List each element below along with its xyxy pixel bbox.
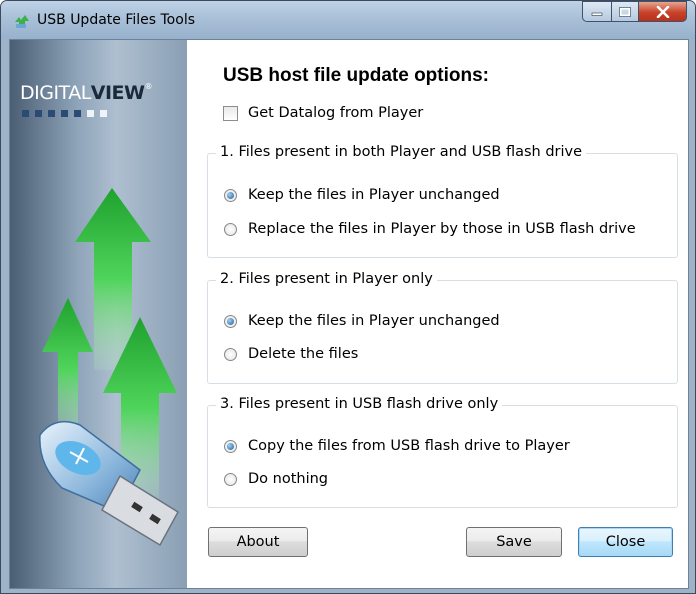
radio-button[interactable] <box>224 314 237 328</box>
digitalview-logo: DIGITALVIEW® <box>20 82 152 104</box>
logo-light-text: DIGITAL <box>20 82 91 104</box>
maximize-icon <box>619 6 631 17</box>
radio-option[interactable]: Keep the files in Player unchanged <box>224 313 500 329</box>
radio-label: Keep the files in Player unchanged <box>248 313 500 329</box>
radio-button[interactable] <box>224 347 237 361</box>
group-title: 2. Files present in Player only <box>216 271 437 287</box>
app-window: USB Update Files Tools DIGITALVIEW® USB … <box>0 0 696 594</box>
logo-dots <box>22 110 107 117</box>
side-banner: DIGITALVIEW® <box>10 40 187 588</box>
datalog-checkbox[interactable] <box>223 105 238 121</box>
close-icon <box>656 5 669 18</box>
radio-option[interactable]: Replace the files in Player by those in … <box>224 221 636 237</box>
radio-button[interactable] <box>224 439 237 453</box>
maximize-button[interactable] <box>611 1 639 22</box>
group-title: 1. Files present in both Player and USB … <box>216 144 587 160</box>
radio-option[interactable]: Do nothing <box>224 471 328 487</box>
window-title: USB Update Files Tools <box>37 12 195 28</box>
usb-drive-icon <box>39 420 179 547</box>
minimize-icon <box>591 12 603 16</box>
radio-label: Keep the files in Player unchanged <box>248 187 500 203</box>
radio-button[interactable] <box>224 472 237 486</box>
radio-option[interactable]: Copy the files from USB flash drive to P… <box>224 438 570 454</box>
radio-label: Delete the files <box>248 346 359 362</box>
radio-option[interactable]: Delete the files <box>224 346 358 362</box>
close-window-button[interactable] <box>639 1 687 22</box>
radio-option[interactable]: Keep the files in Player unchanged <box>224 187 500 203</box>
group-both: 1. Files present in both Player and USB … <box>207 144 678 258</box>
radio-label: Copy the files from USB flash drive to P… <box>248 438 570 454</box>
group-title: 3. Files present in USB flash drive only <box>216 396 503 412</box>
logo-mark: ® <box>144 82 153 91</box>
save-button[interactable]: Save <box>466 527 562 557</box>
radio-label: Replace the files in Player by those in … <box>248 221 636 237</box>
group-player-only: 2. Files present in Player only Keep the… <box>207 271 678 384</box>
datalog-option[interactable]: Get Datalog from Player <box>223 105 423 121</box>
logo-bold-text: VIEW <box>90 82 145 104</box>
radio-button[interactable] <box>224 188 237 202</box>
app-icon <box>15 15 29 28</box>
radio-label: Do nothing <box>248 471 329 487</box>
datalog-label: Get Datalog from Player <box>248 105 424 121</box>
minimize-button[interactable] <box>582 1 611 22</box>
radio-button[interactable] <box>224 222 237 236</box>
about-button[interactable]: About <box>208 527 308 557</box>
window-controls <box>582 1 687 23</box>
page-title: USB host file update options: <box>223 65 489 86</box>
group-usb-only: 3. Files present in USB flash drive only… <box>207 396 678 508</box>
close-button[interactable]: Close <box>578 527 673 557</box>
title-bar[interactable]: USB Update Files Tools <box>1 1 695 39</box>
